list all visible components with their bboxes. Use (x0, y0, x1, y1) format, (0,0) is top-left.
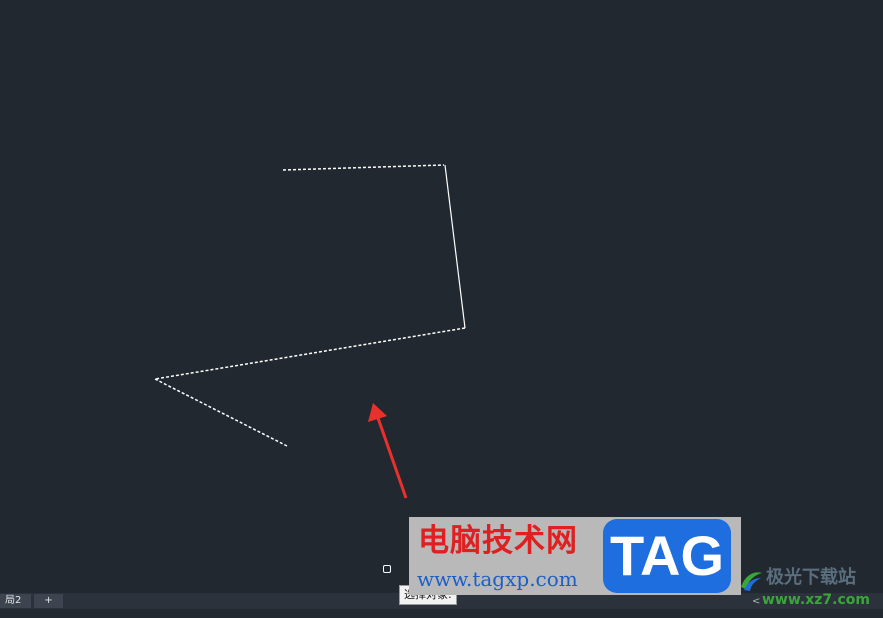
add-layout-tab-button[interactable]: + (34, 594, 63, 608)
polyline-segment-right[interactable] (444, 164, 466, 329)
watermark-site2-url: www.xz7.com (762, 592, 870, 608)
annotation-arrow-shaft (376, 417, 408, 499)
watermark-title: 电脑技术网 (418, 523, 578, 559)
drawing-svg[interactable] (0, 0, 883, 593)
tab-layout2[interactable]: 局2 (0, 594, 31, 608)
watermark-url: www.tagxp.com (417, 567, 578, 591)
pickbox-cursor-icon (383, 565, 391, 573)
aurora-logo-icon (741, 572, 762, 591)
drawing-canvas[interactable] (0, 0, 883, 593)
polyline-segment-top[interactable] (282, 164, 445, 171)
watermark-banner: 电脑技术网 www.tagxp.com TAG (409, 517, 741, 595)
polyline-segment-middle[interactable] (154, 327, 466, 380)
horizontal-scrollbar[interactable] (0, 609, 883, 618)
watermark-tag-logo: TAG (603, 519, 731, 593)
polyline-segment-bottom[interactable] (154, 378, 288, 447)
watermark-site2-title: 极光下载站 (766, 567, 856, 588)
watermark-site2: 极光下载站 www.xz7.com (738, 565, 883, 610)
